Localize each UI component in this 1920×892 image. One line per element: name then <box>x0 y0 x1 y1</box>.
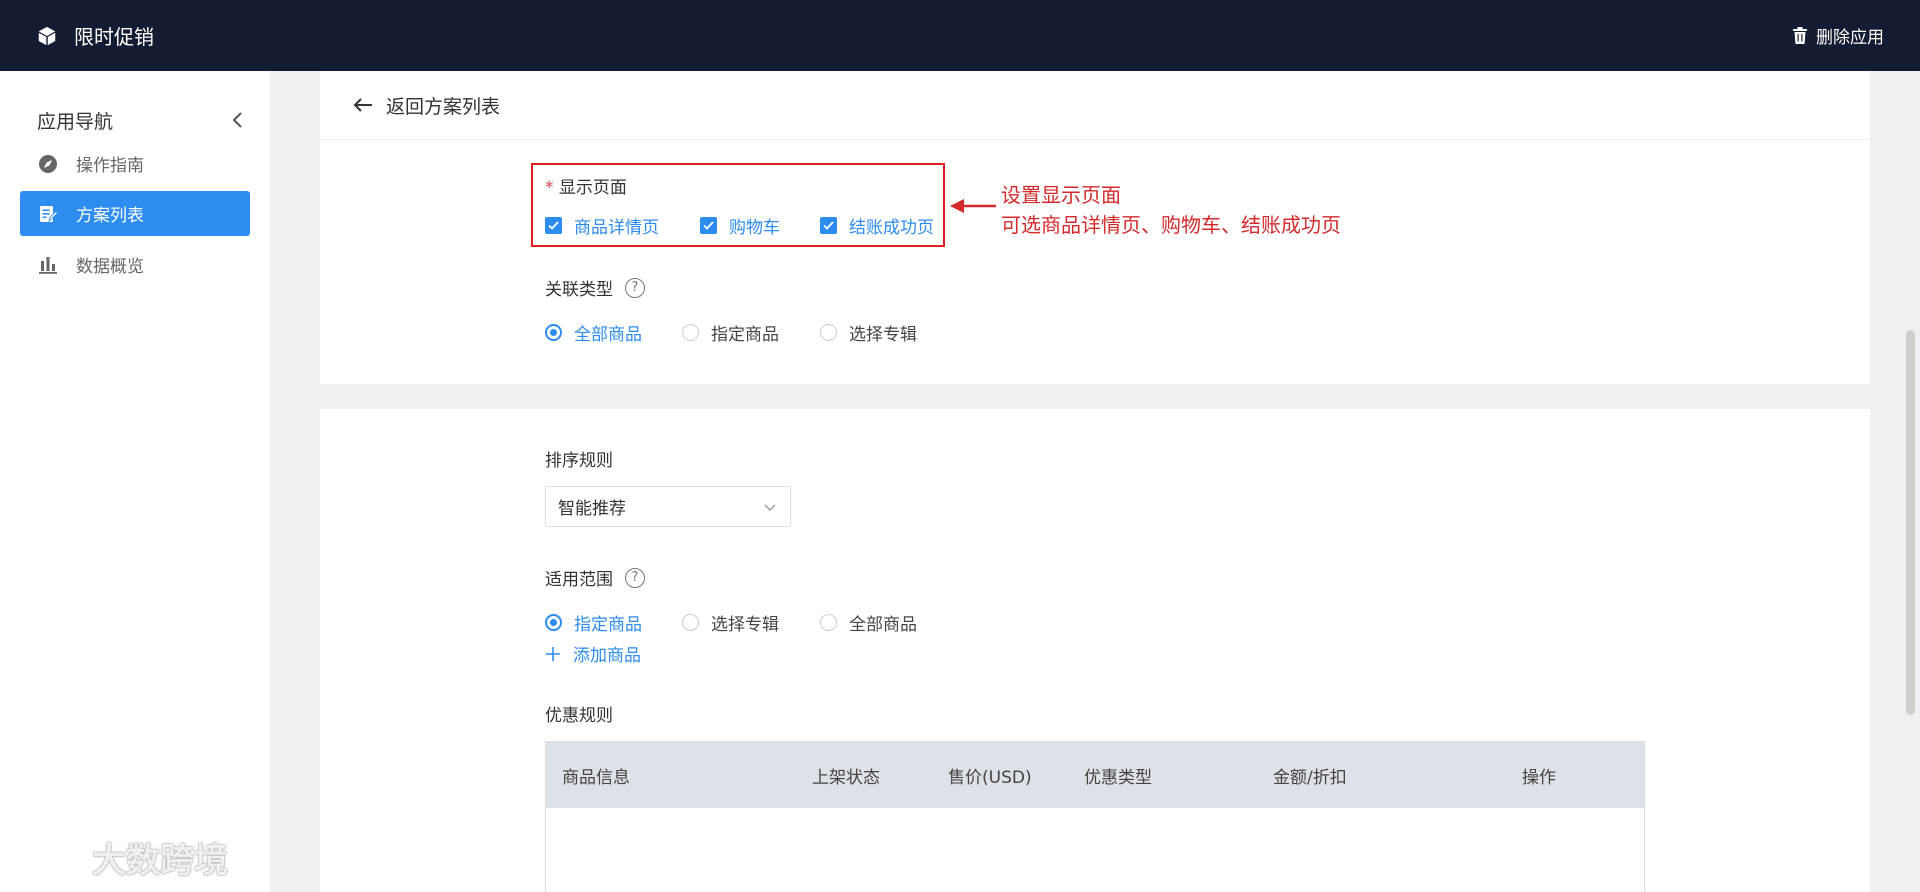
display-page-label: * 显示页面 <box>545 173 627 198</box>
discount-rules-label-text: 优惠规则 <box>545 706 613 726</box>
sidebar-item-overview[interactable]: 数据概览 <box>20 242 250 287</box>
edit-list-icon <box>40 205 58 222</box>
column-header-product-info: 商品信息 <box>562 767 630 788</box>
column-header-listing-status: 上架状态 <box>812 767 880 788</box>
radio-unselected-icon <box>820 614 837 631</box>
bar-chart-icon <box>39 256 57 274</box>
radio-unselected-icon <box>820 324 837 341</box>
sidebar-header: 应用导航 <box>0 71 270 143</box>
sort-rule-label: 排序规则 <box>545 446 613 471</box>
annotation-line-1: 设置显示页面 <box>1001 183 1121 207</box>
radio-label: 选择专辑 <box>711 615 779 635</box>
table-header: 商品信息 上架状态 售价(USD) 优惠类型 金额/折扣 操作 <box>546 742 1644 808</box>
column-header-amount-discount: 金额/折扣 <box>1273 767 1347 788</box>
scope-label: 适用范围 ? <box>545 565 645 590</box>
checkbox-label: 商品详情页 <box>574 218 659 238</box>
app-brand: 限时促销 <box>36 21 154 50</box>
radio-link-all-products[interactable]: 全部商品 <box>545 320 642 345</box>
sort-rule-value: 智能推荐 <box>558 499 626 519</box>
link-type-label-text: 关联类型 <box>545 280 613 300</box>
radio-label: 选择专辑 <box>849 325 917 345</box>
help-icon[interactable]: ? <box>625 277 645 298</box>
radio-label: 指定商品 <box>711 325 779 345</box>
sidebar-item-label: 数据概览 <box>76 257 144 277</box>
checkbox-product-detail[interactable]: 商品详情页 <box>545 213 659 238</box>
compass-icon <box>39 154 57 173</box>
radio-selected-icon <box>545 614 562 631</box>
sidebar-item-guide[interactable]: 操作指南 <box>20 141 250 186</box>
radio-selected-icon <box>545 324 562 341</box>
top-bar: 限时促销 删除应用 <box>0 0 1920 71</box>
app-title: 限时促销 <box>74 25 154 49</box>
column-header-actions: 操作 <box>1522 767 1556 788</box>
add-product-link[interactable]: 添加商品 <box>545 641 641 666</box>
checkbox-label: 结账成功页 <box>849 218 934 238</box>
radio-link-specific-products[interactable]: 指定商品 <box>682 320 779 345</box>
link-type-label: 关联类型 ? <box>545 275 645 300</box>
column-header-price: 售价(USD) <box>948 767 1032 788</box>
add-product-label: 添加商品 <box>573 646 641 666</box>
radio-unselected-icon <box>682 614 699 631</box>
sidebar: 应用导航 操作指南 方案列表 数据概览 <box>0 71 270 892</box>
radio-link-collection[interactable]: 选择专辑 <box>820 320 917 345</box>
cube-icon <box>38 26 56 45</box>
checkbox-cart[interactable]: 购物车 <box>700 213 780 238</box>
radio-unselected-icon <box>682 324 699 341</box>
checkbox-label: 购物车 <box>729 218 780 238</box>
back-to-plan-list-link[interactable]: 返回方案列表 <box>320 71 1870 140</box>
annotation-arrow-icon <box>950 199 996 213</box>
annotation-text: 设置显示页面 可选商品详情页、购物车、结账成功页 <box>1001 180 1341 240</box>
checkbox-checked-icon <box>820 217 837 234</box>
radio-scope-collection[interactable]: 选择专辑 <box>682 610 779 635</box>
sidebar-item-plan-list[interactable]: 方案列表 <box>20 191 250 236</box>
scope-label-text: 适用范围 <box>545 570 613 590</box>
sort-rule-label-text: 排序规则 <box>545 451 613 471</box>
checkbox-checkout-success[interactable]: 结账成功页 <box>820 213 934 238</box>
discount-rules-label: 优惠规则 <box>545 701 613 726</box>
checkbox-checked-icon <box>700 217 717 234</box>
discount-rules-table: 商品信息 上架状态 售价(USD) 优惠类型 金额/折扣 操作 <box>545 741 1645 892</box>
plus-icon <box>546 646 560 661</box>
help-icon[interactable]: ? <box>625 567 645 588</box>
radio-label: 指定商品 <box>574 615 642 635</box>
chevron-down-icon <box>764 504 776 511</box>
required-mark: * <box>545 178 554 198</box>
back-label: 返回方案列表 <box>386 95 501 118</box>
chevron-left-icon[interactable] <box>226 108 250 132</box>
checkbox-checked-icon <box>545 217 562 234</box>
page-scrollbar[interactable] <box>1906 330 1915 715</box>
annotation-line-2: 可选商品详情页、购物车、结账成功页 <box>1001 213 1341 237</box>
arrow-left-icon <box>353 98 372 112</box>
radio-scope-all-products[interactable]: 全部商品 <box>820 610 917 635</box>
display-page-label-text: 显示页面 <box>558 178 627 198</box>
watermark: 大数跨境 <box>12 833 228 882</box>
sidebar-item-label: 方案列表 <box>76 206 144 226</box>
radio-label: 全部商品 <box>574 325 642 345</box>
sidebar-title: 应用导航 <box>37 110 114 133</box>
sort-rule-select[interactable]: 智能推荐 <box>545 486 791 527</box>
radio-label: 全部商品 <box>849 615 917 635</box>
radio-scope-specific-products[interactable]: 指定商品 <box>545 610 642 635</box>
watermark-logo-icon <box>14 840 77 876</box>
delete-app-button[interactable]: 删除应用 <box>1792 23 1884 48</box>
watermark-text: 大数跨境 <box>92 841 228 881</box>
trash-icon <box>1793 27 1807 44</box>
delete-app-label: 删除应用 <box>1816 28 1884 48</box>
sidebar-item-label: 操作指南 <box>76 156 144 176</box>
column-header-discount-type: 优惠类型 <box>1084 767 1152 788</box>
